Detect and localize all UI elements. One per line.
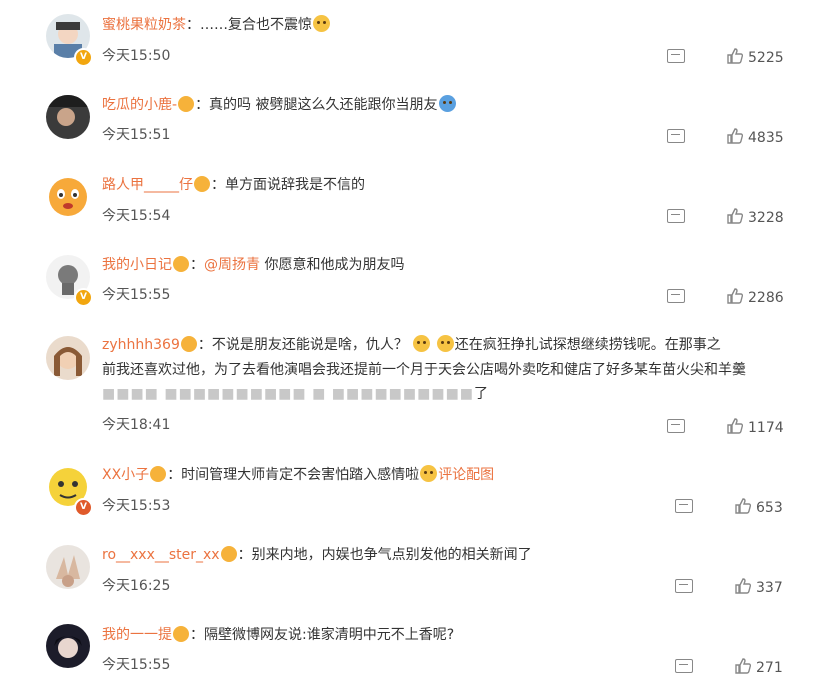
like-count: 653 [756,500,783,516]
comment-text: ：别来内地，内娱也争气点别发他的相关新闻了 [237,547,532,563]
reply-icon[interactable] [675,579,693,593]
username-link[interactable]: ro__xxx__ster_xx [102,547,220,563]
reply-icon[interactable] [675,659,693,673]
thumbs-up-icon [735,498,752,514]
vip-icon [180,336,197,352]
like-count: 5225 [748,50,784,66]
reply-icon[interactable] [667,129,685,143]
timestamp: 今天15:51 [102,127,171,143]
thumbs-up-icon [735,658,752,674]
verified-badge-icon: V [74,288,93,307]
reply-icon[interactable] [667,49,685,63]
comment-text: ：……复合也不震惊 [186,17,312,33]
comment-text: ：不说是朋友还能说是啥，仇人？ [197,337,408,353]
username-link[interactable]: 我的一一提 [102,627,172,643]
like-button[interactable]: 5225 [726,47,784,66]
comment-text: ：单方面说辞我是不信的 [211,177,365,193]
like-count: 337 [756,580,783,596]
emoji-icon [436,335,454,352]
emoji-icon [438,95,456,112]
verified-badge-icon: V [74,498,93,517]
like-button[interactable]: 1174 [726,417,784,436]
vip-icon [150,466,167,482]
like-count: 1174 [748,420,784,436]
comment-content: zyhhhh369 ：不说是朋友还能说是啥，仇人？ 还在疯狂挣扎试探想继续捞钱呢。… [102,335,721,355]
username-link[interactable]: 路人甲_____仔 [102,177,193,193]
comment-text-line: 前我还喜欢过他，为了去看他演唱会我还提前一个月于天会公店喝外卖吃和健店了好多某车… [102,362,746,378]
obscured-text: ■■■■ ■■■■■■■■■■ ■ ■■■■■■■■■■ [102,386,475,402]
comment-content: 路人甲_____仔 ：单方面说辞我是不信的 [102,175,365,195]
thumbs-up-icon [727,128,744,144]
comment-content: 吃瓜的小鹿- ：真的吗 被劈腿这么久还能跟你当朋友 [102,95,457,115]
mention-link[interactable]: @周扬青 [204,257,260,273]
vip-icon [194,176,210,192]
thumbs-up-icon [727,288,744,304]
username-link[interactable]: 蜜桃果粒奶茶 [102,17,186,33]
comment-text: ： [190,257,204,273]
comment-list: V 蜜桃果粒奶茶：……复合也不震惊 今天15:50 5225 吃瓜的小鹿- ：真的… [0,0,818,696]
like-count: 2286 [748,290,784,306]
comment-text: 你愿意和他成为朋友吗 [260,257,405,273]
like-button[interactable]: 4835 [726,127,784,146]
like-count: 4835 [748,130,784,146]
timestamp: 今天15:55 [102,287,171,303]
comment-text: ：时间管理大师肯定不会害怕踏入感情啦 [167,467,420,483]
vip-icon [173,626,189,642]
comment-text: 还在疯狂挣扎试探想继续捞钱呢。在那事之 [454,337,721,353]
comment-content: 我的一一提 ：隔壁微博网友说:谁家清明中元不上香呢? [102,625,454,645]
comment-content: XX小子 ：时间管理大师肯定不会害怕踏入感情啦 评论配图 [102,465,494,485]
comment-content: 蜜桃果粒奶茶：……复合也不震惊 [102,15,331,35]
like-button[interactable]: 271 [734,657,783,676]
avatar[interactable] [46,336,90,380]
timestamp: 今天15:54 [102,208,171,224]
comment-text: 了 [474,386,489,402]
reply-icon[interactable] [667,289,685,303]
avatar[interactable] [46,175,90,219]
reply-icon[interactable] [667,209,685,223]
emoji-icon [420,465,438,482]
thumbs-up-icon [727,208,744,224]
comment-image-link[interactable]: 评论配图 [438,467,494,483]
avatar[interactable] [46,545,90,589]
verified-badge-icon: V [74,48,93,67]
like-button[interactable]: 653 [734,497,783,516]
thumbs-up-icon [727,48,744,64]
timestamp: 今天15:53 [102,498,171,514]
timestamp: 今天18:41 [102,417,171,433]
comment-content: 我的小日记 ：@周扬青 你愿意和他成为朋友吗 [102,255,404,275]
thumbs-up-icon [727,418,744,434]
username-link[interactable]: zyhhhh369 [102,337,180,353]
timestamp: 今天15:50 [102,48,171,64]
reply-icon[interactable] [667,419,685,433]
comment-content: ro__xxx__ster_xx ：别来内地，内娱也争气点别发他的相关新闻了 [102,545,532,565]
username-link[interactable]: XX小子 [102,467,149,483]
username-link[interactable]: 我的小日记 [102,257,172,273]
comment-text: ：隔壁微博网友说:谁家清明中元不上香呢? [190,627,455,643]
like-count: 3228 [748,210,784,226]
username-link[interactable]: 吃瓜的小鹿- [102,97,177,113]
vip-icon [220,546,237,562]
timestamp: 今天16:25 [102,578,171,594]
like-button[interactable]: 2286 [726,287,784,306]
vip-icon [173,256,189,272]
thumbs-up-icon [735,578,752,594]
timestamp: 今天15:55 [102,657,171,673]
comment-text-line: ■■■■ ■■■■■■■■■■ ■ ■■■■■■■■■■了 [102,384,488,404]
avatar[interactable] [46,624,90,668]
comment-text: ：真的吗 被劈腿这么久还能跟你当朋友 [195,97,438,113]
like-button[interactable]: 3228 [726,207,784,226]
reply-icon[interactable] [675,499,693,513]
like-button[interactable]: 337 [734,577,783,596]
emoji-icon [413,335,431,352]
emoji-icon [313,15,330,32]
vip-icon [178,96,195,112]
like-count: 271 [756,660,783,676]
avatar[interactable] [46,95,90,139]
